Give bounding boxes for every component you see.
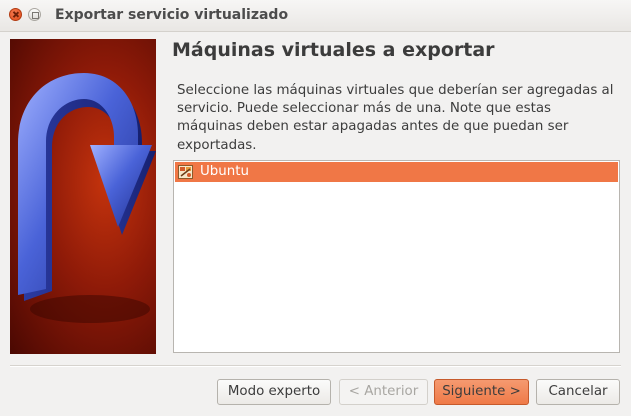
next-button[interactable]: Siguiente >: [434, 379, 529, 405]
page-description: Seleccione las máquinas virtuales que de…: [177, 83, 614, 153]
title-bar: Exportar servicio virtualizado: [0, 0, 631, 32]
ubuntu-vm-icon: [178, 165, 193, 179]
maximize-icon[interactable]: [28, 8, 41, 21]
expert-mode-button[interactable]: Modo experto: [217, 379, 331, 405]
list-item-label: Ubuntu: [200, 164, 250, 179]
vm-list[interactable]: Ubuntu: [173, 160, 620, 353]
page-title: Máquinas virtuales a exportar: [172, 39, 495, 61]
export-arrow-icon: [18, 73, 156, 323]
divider: [10, 365, 621, 366]
back-button[interactable]: < Anterior: [339, 379, 428, 405]
wizard-side-image: [10, 39, 156, 354]
window-title: Exportar servicio virtualizado: [55, 7, 289, 23]
list-item[interactable]: Ubuntu: [175, 162, 618, 182]
close-icon[interactable]: [9, 8, 22, 21]
cancel-button[interactable]: Cancelar: [536, 379, 620, 405]
